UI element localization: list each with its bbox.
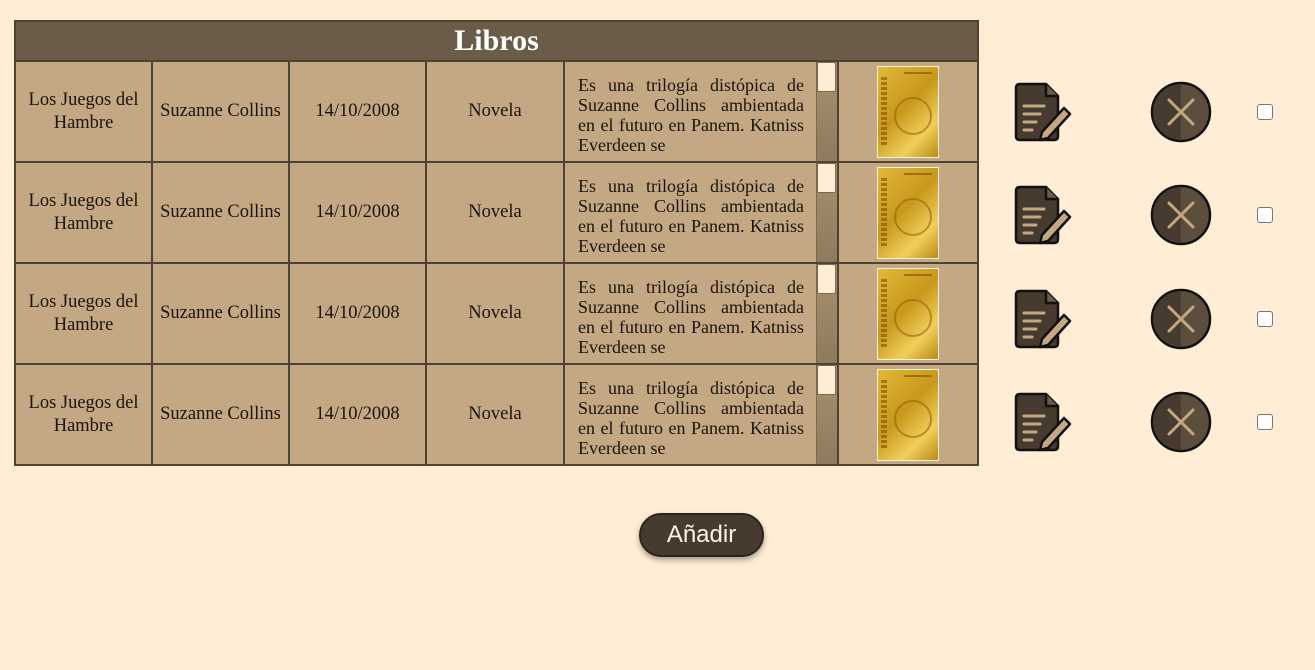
book-genre: Novela bbox=[468, 202, 522, 222]
book-author-cell: Suzanne Collins bbox=[151, 363, 290, 466]
delete-icon[interactable] bbox=[1149, 80, 1213, 144]
book-cover-cell bbox=[836, 363, 980, 466]
book-cover-cell bbox=[836, 161, 980, 264]
scrollbar-thumb[interactable] bbox=[817, 62, 836, 92]
book-author-cell: Suzanne Collins bbox=[151, 161, 290, 264]
book-date: 14/10/2008 bbox=[315, 303, 400, 323]
description-scrollbar[interactable] bbox=[816, 62, 837, 161]
book-author: Suzanne Collins bbox=[160, 404, 281, 424]
book-cover-image bbox=[877, 166, 940, 259]
table-row: Los Juegos del Hambre Suzanne Collins 14… bbox=[14, 60, 980, 163]
row-select-checkbox[interactable] bbox=[1257, 104, 1273, 120]
book-description-cell: Es una trilogía distópica de Suzanne Col… bbox=[563, 363, 839, 466]
scrollbar-thumb[interactable] bbox=[817, 264, 836, 294]
book-description-cell: Es una trilogía distópica de Suzanne Col… bbox=[563, 60, 839, 163]
book-title-cell: Los Juegos del Hambre bbox=[14, 262, 153, 365]
book-author: Suzanne Collins bbox=[160, 202, 281, 222]
book-date: 14/10/2008 bbox=[315, 101, 400, 121]
row-select-checkbox[interactable] bbox=[1257, 207, 1273, 223]
description-scrollbar[interactable] bbox=[816, 365, 837, 464]
book-title-cell: Los Juegos del Hambre bbox=[14, 161, 153, 264]
book-date-cell: 14/10/2008 bbox=[288, 262, 427, 365]
book-title-cell: Los Juegos del Hambre bbox=[14, 60, 153, 163]
book-cover-cell bbox=[836, 262, 980, 365]
book-genre-cell: Novela bbox=[425, 161, 565, 264]
book-date-cell: 14/10/2008 bbox=[288, 161, 427, 264]
row-select-checkbox[interactable] bbox=[1257, 414, 1273, 430]
book-date-cell: 14/10/2008 bbox=[288, 363, 427, 466]
book-description: Es una trilogía distópica de Suzanne Col… bbox=[578, 176, 804, 256]
book-description: Es una trilogía distópica de Suzanne Col… bbox=[578, 277, 804, 357]
book-date-cell: 14/10/2008 bbox=[288, 60, 427, 163]
book-title: Los Juegos del Hambre bbox=[28, 392, 139, 436]
book-description: Es una trilogía distópica de Suzanne Col… bbox=[578, 378, 804, 458]
description-scrollbar[interactable] bbox=[816, 163, 837, 262]
scrollbar-thumb[interactable] bbox=[817, 365, 836, 395]
book-description-cell: Es una trilogía distópica de Suzanne Col… bbox=[563, 262, 839, 365]
delete-icon[interactable] bbox=[1149, 287, 1213, 351]
book-cover-image bbox=[877, 65, 940, 158]
book-author-cell: Suzanne Collins bbox=[151, 60, 290, 163]
book-genre-cell: Novela bbox=[425, 363, 565, 466]
delete-icon[interactable] bbox=[1149, 390, 1213, 454]
book-title: Los Juegos del Hambre bbox=[28, 89, 139, 133]
book-date: 14/10/2008 bbox=[315, 404, 400, 424]
book-author-cell: Suzanne Collins bbox=[151, 262, 290, 365]
books-table: Libros Los Juegos del Hambre Suzanne Col… bbox=[13, 20, 980, 466]
book-author: Suzanne Collins bbox=[160, 101, 281, 121]
delete-icon[interactable] bbox=[1149, 183, 1213, 247]
book-author: Suzanne Collins bbox=[160, 303, 281, 323]
book-genre-cell: Novela bbox=[425, 60, 565, 163]
table-row: Los Juegos del Hambre Suzanne Collins 14… bbox=[14, 161, 980, 264]
edit-icon[interactable] bbox=[1012, 390, 1076, 454]
table-row: Los Juegos del Hambre Suzanne Collins 14… bbox=[14, 363, 980, 466]
book-title-cell: Los Juegos del Hambre bbox=[14, 363, 153, 466]
book-cover-image bbox=[877, 368, 940, 461]
book-title: Los Juegos del Hambre bbox=[28, 190, 139, 234]
book-cover-image bbox=[877, 267, 940, 360]
edit-icon[interactable] bbox=[1012, 183, 1076, 247]
book-cover-cell bbox=[836, 60, 980, 163]
book-description: Es una trilogía distópica de Suzanne Col… bbox=[578, 75, 804, 155]
edit-icon[interactable] bbox=[1012, 287, 1076, 351]
book-date: 14/10/2008 bbox=[315, 202, 400, 222]
add-button[interactable]: Añadir bbox=[639, 513, 764, 557]
edit-icon[interactable] bbox=[1012, 80, 1076, 144]
table-row: Los Juegos del Hambre Suzanne Collins 14… bbox=[14, 262, 980, 365]
book-title: Los Juegos del Hambre bbox=[28, 291, 139, 335]
book-genre-cell: Novela bbox=[425, 262, 565, 365]
book-genre: Novela bbox=[468, 303, 522, 323]
scrollbar-thumb[interactable] bbox=[817, 163, 836, 193]
row-select-checkbox[interactable] bbox=[1257, 311, 1273, 327]
book-description-cell: Es una trilogía distópica de Suzanne Col… bbox=[563, 161, 839, 264]
book-genre: Novela bbox=[468, 404, 522, 424]
table-title: Libros bbox=[13, 20, 980, 62]
description-scrollbar[interactable] bbox=[816, 264, 837, 363]
book-genre: Novela bbox=[468, 101, 522, 121]
